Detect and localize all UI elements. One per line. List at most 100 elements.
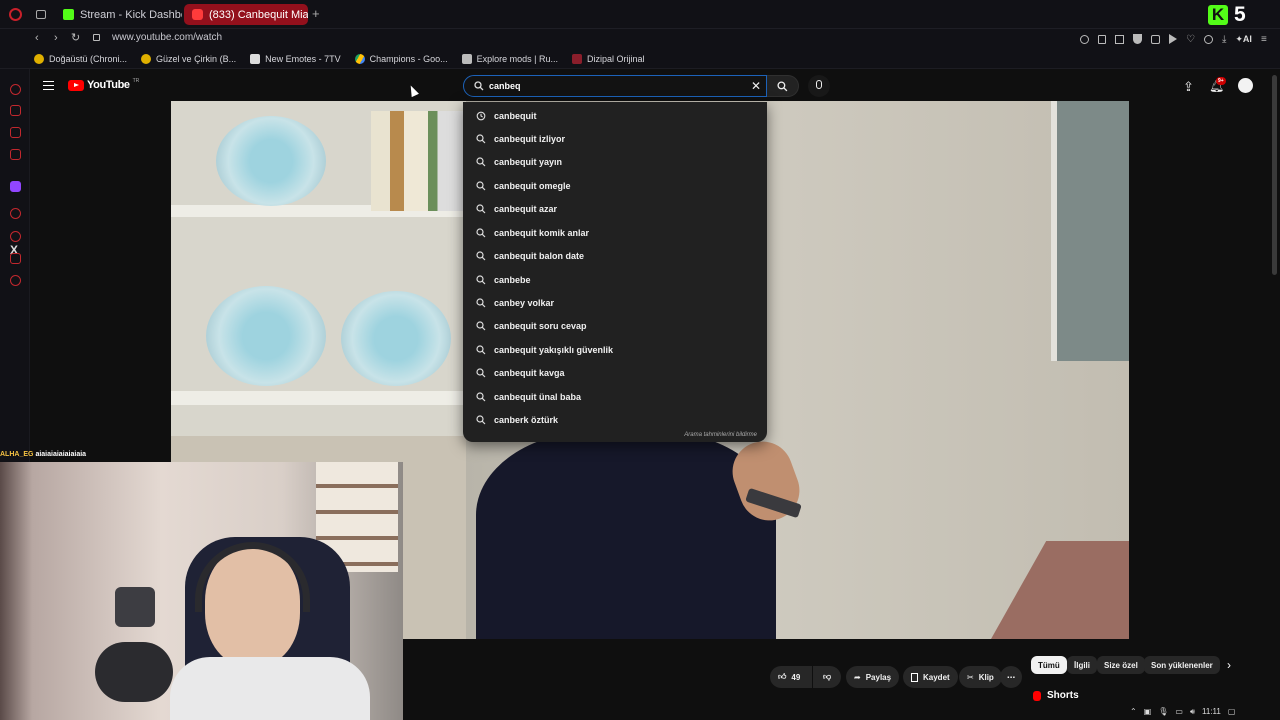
shield-icon[interactable] xyxy=(1133,34,1142,44)
search-icon xyxy=(476,321,486,331)
snapshot-icon[interactable] xyxy=(1115,34,1124,44)
search-suggestion-item[interactable]: canbequit yayın xyxy=(463,151,767,173)
bookmark-favicon-icon xyxy=(34,53,44,64)
more-actions-button[interactable]: ⋯ xyxy=(1000,666,1022,688)
music-icon[interactable] xyxy=(10,149,21,160)
bookmark-item[interactable]: Doğaüstü (Chroni... xyxy=(34,53,127,64)
pin-icon[interactable] xyxy=(1098,34,1106,44)
page-scrollbar[interactable] xyxy=(1272,75,1277,275)
extension-icon[interactable] xyxy=(1151,34,1160,44)
clear-search-icon[interactable]: ✕ xyxy=(751,79,761,93)
tab-label: (833) Canbequit Miami Be xyxy=(209,8,308,21)
search-suggestion-item[interactable]: canbequit azar xyxy=(463,198,767,220)
suggestion-text: canbequit azar xyxy=(494,204,558,214)
bookmark-item[interactable]: Champions - Goo... xyxy=(354,53,448,64)
kick-logo-icon: K xyxy=(1208,5,1228,25)
tray-notification-icon[interactable]: ▢ xyxy=(1228,707,1236,716)
bookmark-item[interactable]: Dizipal Orijinal xyxy=(572,53,645,64)
create-upload-icon[interactable]: ⇪ xyxy=(1183,79,1194,95)
extensions-icon[interactable] xyxy=(10,253,21,264)
search-suggestion-item[interactable]: canbey volkar xyxy=(463,292,767,314)
opera-menu-icon[interactable] xyxy=(9,8,22,21)
search-suggestion-item[interactable]: canbequit omegle xyxy=(463,175,767,197)
play-icon[interactable] xyxy=(1169,34,1177,44)
bookmark-item[interactable]: Güzel ve Çirkin (B... xyxy=(141,53,236,64)
heart-icon[interactable]: ♡ xyxy=(1186,34,1195,45)
kick-badge-number: 5 xyxy=(1234,3,1246,26)
suggestion-text: canbequit balon date xyxy=(494,251,585,261)
menu-icon[interactable]: ≡ xyxy=(1261,34,1267,45)
bookmark-item[interactable]: New Emotes - 7TV xyxy=(250,53,341,64)
bookmarks-bar: Doğaüstü (Chroni... Güzel ve Çirkin (B..… xyxy=(0,49,1280,69)
search-icon xyxy=(476,204,486,214)
bookmark-item[interactable]: Explore mods | Ru... xyxy=(461,53,558,64)
search-suggestion-item[interactable]: canbebe xyxy=(463,269,767,291)
report-predictions-link[interactable]: Arama tahminlerini bildirme xyxy=(684,432,757,438)
search-suggestion-item[interactable]: canbequit balon date xyxy=(463,245,767,267)
url-field[interactable]: www.youtube.com/watch xyxy=(112,32,222,43)
aria-icon[interactable] xyxy=(10,84,21,95)
tray-volume-icon[interactable]: 🔊︎ xyxy=(1190,707,1195,717)
search-suggestion-item[interactable]: canbequit kavga xyxy=(463,362,767,384)
tray-network-icon[interactable]: ▭ xyxy=(1175,707,1183,716)
browser-tab-bar: Stream - Kick Dashboard (833) Canbequit … xyxy=(0,0,1280,29)
chip-related[interactable]: İlgili xyxy=(1067,656,1097,674)
suggestion-text: canbequit yayın xyxy=(494,157,563,167)
shorts-icon xyxy=(1033,690,1041,701)
search-suggestion-item[interactable]: canbequit yakışıklı güvenlik xyxy=(463,339,767,361)
chip-for-you[interactable]: Size özel xyxy=(1097,656,1145,674)
tray-app-icon[interactable]: ▣ xyxy=(1144,707,1152,716)
search-suggestion-item[interactable]: canbequit xyxy=(463,105,767,127)
account-icon[interactable] xyxy=(1203,34,1213,44)
history-icon[interactable] xyxy=(10,231,21,242)
search-suggestion-item[interactable]: canbequit izliyor xyxy=(463,128,767,150)
search-suggestion-item[interactable]: canberk öztürk xyxy=(463,409,767,431)
ai-icon[interactable]: ✦AI xyxy=(1235,34,1252,45)
settings-icon[interactable] xyxy=(10,275,21,286)
messenger-icon[interactable] xyxy=(10,127,21,138)
new-tab-button[interactable]: + xyxy=(312,7,324,21)
clock-icon[interactable] xyxy=(10,208,21,219)
clip-button[interactable]: ✂ Klip xyxy=(959,666,1002,688)
reload-icon[interactable]: ↻ xyxy=(71,31,80,44)
kick-favicon-icon xyxy=(63,9,74,20)
tray-mic-icon[interactable]: 🎙︎ xyxy=(1158,707,1168,716)
youtube-logo[interactable]: YouTube TR xyxy=(68,78,139,91)
workspaces-icon[interactable] xyxy=(36,10,46,19)
forward-arrow-icon[interactable]: › xyxy=(54,32,58,44)
search-input[interactable]: canbeq xyxy=(489,81,521,91)
tab-youtube-video[interactable]: (833) Canbequit Miami Be xyxy=(184,4,308,25)
streamer-webcam xyxy=(0,462,403,720)
like-button[interactable]: 👍︎ 49 xyxy=(770,666,812,688)
tray-chevron-icon[interactable]: ⌃ xyxy=(1130,707,1137,716)
search-suggestion-item[interactable]: canbequit komik anlar xyxy=(463,222,767,244)
tray-clock[interactable]: 11:11 xyxy=(1202,707,1221,716)
history-icon xyxy=(476,111,486,121)
search-suggestion-item[interactable]: canbequit soru cevap xyxy=(463,315,767,337)
twitch-icon[interactable] xyxy=(10,181,21,192)
video-frame-plate xyxy=(341,291,451,386)
webcam-speaker xyxy=(115,587,155,627)
search-suggestion-item[interactable]: canbequit ünal baba xyxy=(463,386,767,408)
dislike-button[interactable]: 👎︎ xyxy=(813,666,841,688)
chip-all[interactable]: Tümü xyxy=(1031,656,1067,674)
chips-next-arrow-icon[interactable]: › xyxy=(1227,658,1231,672)
video-frame-shelf xyxy=(171,391,466,405)
back-arrow-icon[interactable]: ‹ xyxy=(35,32,39,44)
clip-label: Klip xyxy=(978,672,994,682)
account-avatar[interactable] xyxy=(1238,78,1253,93)
download-icon[interactable]: ⤓ xyxy=(1222,34,1226,45)
shorts-header[interactable]: Shorts xyxy=(1033,690,1079,701)
zoom-icon[interactable] xyxy=(1080,34,1089,44)
search-icon xyxy=(476,345,486,355)
search-button[interactable] xyxy=(767,75,799,97)
youtube-play-icon xyxy=(68,79,84,91)
guide-menu-icon[interactable] xyxy=(43,81,54,90)
chip-recently-uploaded[interactable]: Son yüklenenler xyxy=(1144,656,1220,674)
voice-search-button[interactable] xyxy=(808,75,830,97)
tab-kick-dashboard[interactable]: Stream - Kick Dashboard xyxy=(55,4,182,25)
home-icon[interactable] xyxy=(10,105,21,116)
search-box[interactable]: canbeq ✕ xyxy=(463,75,767,97)
share-button[interactable]: ➦ Paylaş xyxy=(846,666,900,688)
save-button[interactable]: Kaydet xyxy=(903,666,958,688)
